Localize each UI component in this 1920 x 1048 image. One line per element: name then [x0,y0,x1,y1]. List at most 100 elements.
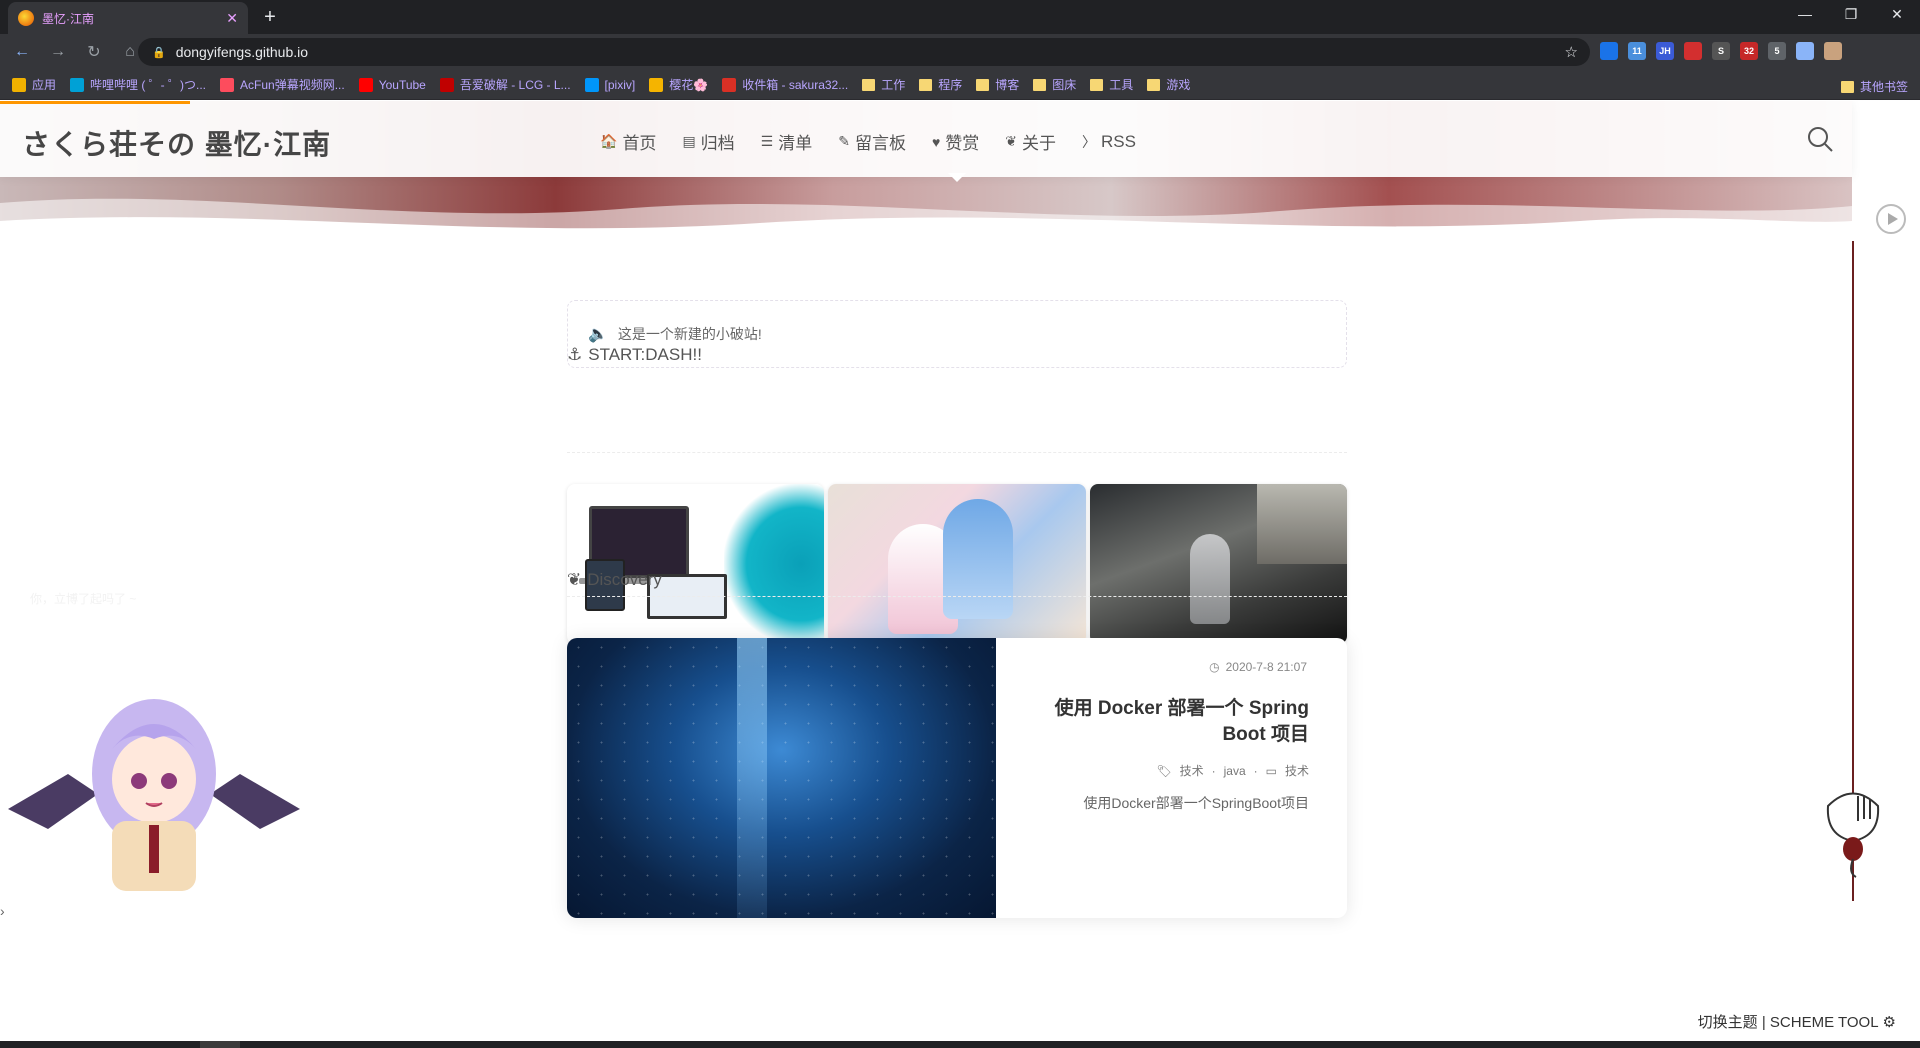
post-title[interactable]: 使用 Docker 部署一个 Spring Boot 项目 [1009,696,1309,748]
nav-item-6[interactable]: 〉 RSS [1082,129,1136,154]
tag-icon: 🏷 [1156,763,1172,778]
back-icon[interactable]: ← [8,43,36,61]
tag-separator: · [1253,763,1258,778]
bookmark-label: 博客 [995,78,1020,92]
browser-tab[interactable]: 墨忆·江南 ✕ [8,2,248,34]
bookmark-item[interactable]: 应用 [12,76,56,93]
bookmark-label: 吾爱破解 - LCG - L... [459,78,571,92]
hanging-cat-icon[interactable] [1818,781,1888,881]
site-header: さくら荘その 墨忆·江南 🏠 首页 ▤ 归档 ☰ 清单 ✎ 留言板 ♥ 赞赏 ❦ 关于 〉 RSS [0,101,1852,177]
bookmark-item[interactable]: [pixiv] [584,77,635,92]
bookmark-label: AcFun弹幕视频网... [240,78,345,92]
notice-text: 这是一个新建的小破站! [617,326,762,342]
nav-item-0[interactable]: 🏠 首页 [600,129,656,154]
address-bar[interactable]: 🔒 dongyifengs.github.io ☆ [138,38,1590,66]
nav-item-2[interactable]: ☰ 清单 [761,129,813,154]
bookmark-label: YouTube [378,77,426,92]
close-tab-icon[interactable]: ✕ [226,10,238,27]
bookmark-item[interactable]: 樱花🌸 [649,76,708,93]
bookmark-favicon-icon [358,77,373,92]
home-icon: 🏠 [600,133,618,149]
bookmark-favicon-icon [12,77,26,92]
nav-item-label: 归档 [700,134,735,153]
extension-icon[interactable]: S [1712,42,1730,60]
bookmark-item[interactable]: 程序 [919,76,962,93]
bookmark-label: 工具 [1109,78,1134,92]
extension-icon[interactable] [1824,42,1842,60]
reload-icon[interactable]: ↻ [80,42,108,62]
forward-icon[interactable]: → [44,43,72,61]
bookmark-star-icon[interactable]: ☆ [1565,43,1578,61]
site-title[interactable]: さくら荘その 墨忆·江南 [22,123,331,163]
minimize-icon[interactable]: — [1782,0,1828,30]
bookmark-label: 樱花🌸 [669,78,709,92]
feature-card-3[interactable] [1089,484,1347,644]
nav-item-3[interactable]: ✎ 留言板 [838,129,906,154]
other-bookmarks[interactable]: 其他书签 [1840,78,1908,95]
extension-icon[interactable] [1796,42,1814,60]
nav-item-label: 清单 [778,134,813,153]
web-page: さくら荘その 墨忆·江南 🏠 首页 ▤ 归档 ☰ 清单 ✎ 留言板 ♥ 赞赏 ❦ 关于〉 RSS 🔈 这… [0,101,1920,1041]
nav-item-label: 留言板 [854,134,906,153]
folder-icon [862,78,876,91]
bookmark-item[interactable]: 工具 [1090,76,1133,93]
bookmark-item[interactable]: YouTube [358,77,426,92]
rss-icon: 〉 [1082,133,1097,150]
post-thumbnail[interactable] [567,638,996,918]
extension-icon[interactable]: 5 [1768,42,1786,60]
extension-icon[interactable]: JH [1656,42,1674,60]
restore-icon[interactable]: ❐ [1828,0,1874,30]
new-tab-button[interactable]: + [256,6,284,30]
nav-item-1[interactable]: ▤ 归档 [682,129,734,154]
gear-icon[interactable]: ⚙ [1883,1013,1896,1031]
bookmark-item[interactable]: 工作 [862,76,905,93]
post-card[interactable]: ◷ 2020-7-8 21:07 使用 Docker 部署一个 Spring B… [567,638,1347,918]
folder-icon [1147,78,1161,91]
bookmark-favicon-icon [722,77,737,92]
scheme-tool-button[interactable]: 切换主题 | SCHEME TOOL ⚙ [1698,1011,1896,1032]
section-divider [567,596,1347,597]
extension-icon[interactable] [1600,42,1618,60]
bookmark-label: 应用 [32,78,57,92]
feature-card-2[interactable] [828,484,1086,644]
search-icon[interactable] [1806,125,1834,153]
bookmark-favicon-icon [649,77,664,92]
close-window-icon[interactable]: ✕ [1874,0,1920,30]
extension-icon[interactable] [1684,42,1702,60]
faded-hint-text: 你，立博了起吗了 ~ [30,592,137,606]
bookmark-favicon-icon [220,77,235,92]
post-tag[interactable]: 技术 [1180,762,1204,779]
post-category[interactable]: 技术 [1285,762,1309,779]
tab-strip: 墨忆·江南 ✕ + — ❐ ✕ [0,0,1920,34]
nav-item-5[interactable]: ❦ 关于 [1005,129,1056,154]
post-date-text: 2020-7-8 21:07 [1225,660,1307,674]
extension-icon[interactable]: 32 [1740,42,1758,60]
bookmark-item[interactable]: 图床 [1033,76,1076,93]
bookmark-label: 程序 [938,78,963,92]
bookmark-item[interactable]: 收件箱 - sakura32... [722,76,848,93]
tab-title: 墨忆·江南 [42,11,94,26]
bookmark-item[interactable]: 博客 [976,76,1019,93]
folder-icon [1840,80,1854,93]
bookmark-item[interactable]: 游戏 [1147,76,1190,93]
url-text[interactable]: dongyifengs.github.io [176,44,308,60]
bookmark-item[interactable]: 吾爱破解 - LCG - L... [439,76,571,93]
other-bookmarks-label: 其他书签 [1859,80,1908,94]
post-excerpt: 使用Docker部署一个SpringBoot项目 [1083,795,1309,811]
nav-item-label: 赞赏 [945,134,980,153]
feature-card-1[interactable] [567,484,825,644]
folder-outline-icon: ▭ [1265,763,1277,778]
mascot-character[interactable] [8,679,300,891]
lock-icon[interactable]: 🔒 [152,46,166,59]
bookmark-item[interactable]: 哔哩哔哩 ( ゜- ゜)つ... [70,76,206,93]
edit-icon: ✎ [838,133,850,149]
folder-icon [1033,78,1047,91]
browser-toolbar: ← → ↻ ⌂ 🔒 dongyifengs.github.io ☆ 11 JH S 3… [0,34,1920,70]
heart-icon: ♥ [931,133,941,150]
post-tag[interactable]: java [1224,764,1246,778]
chevron-right-icon[interactable]: › [0,891,16,931]
extension-icon[interactable]: 11 [1628,42,1646,60]
music-play-icon[interactable] [1876,204,1906,234]
bookmark-item[interactable]: AcFun弹幕视频网... [220,76,345,93]
nav-item-4[interactable]: ♥ 赞赏 [932,129,979,154]
